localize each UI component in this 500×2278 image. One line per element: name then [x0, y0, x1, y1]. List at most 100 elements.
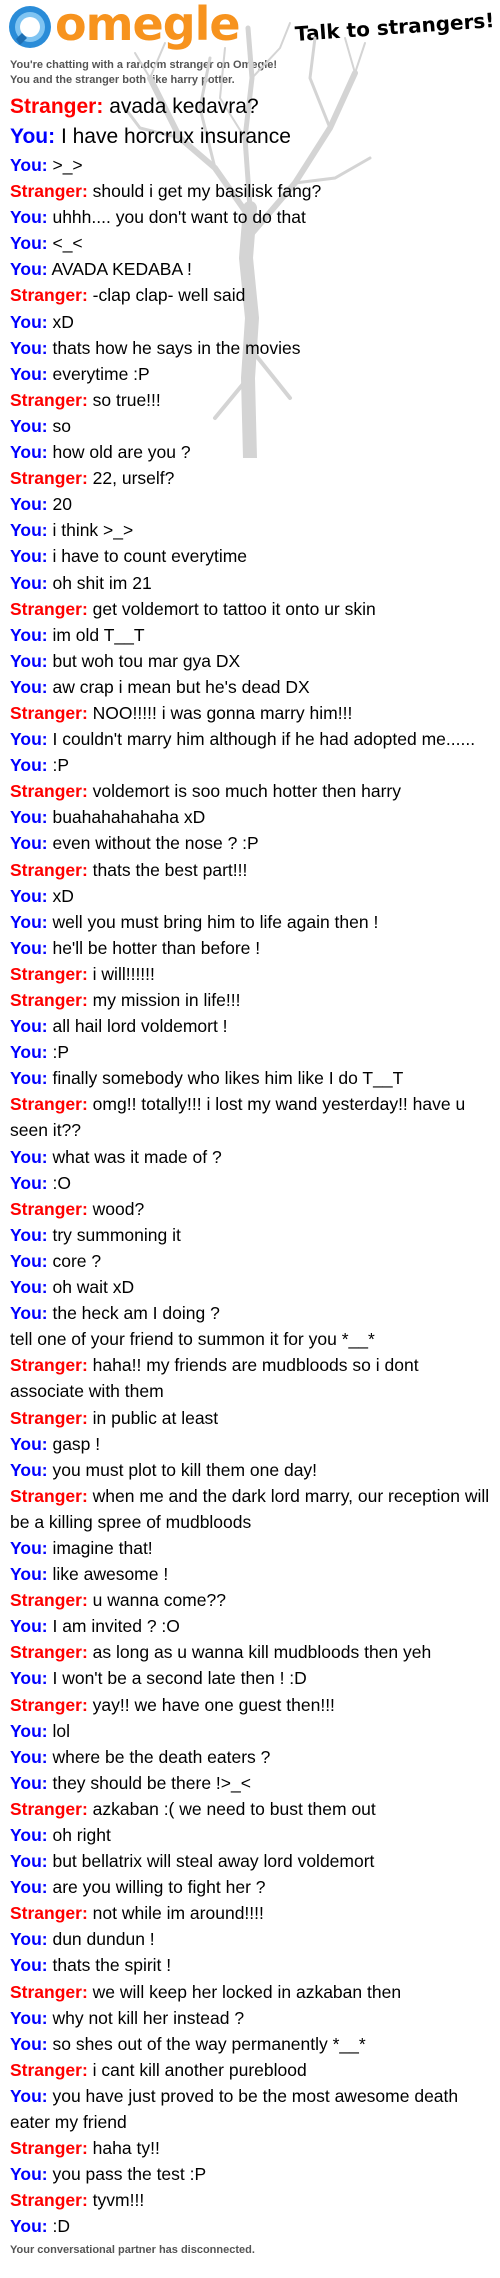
sender-you-label: You:	[10, 155, 48, 175]
chat-message: You: :O	[10, 1170, 490, 1196]
message-text: finally somebody who likes him like I do…	[52, 1068, 404, 1089]
sender-you-label: You:	[10, 1955, 48, 1976]
sender-you-label: You:	[10, 1851, 48, 1872]
message-text: thats how he says in the movies	[52, 337, 301, 358]
sender-stranger-label: Stranger:	[10, 1903, 88, 1924]
message-text: the heck am I doing ?	[52, 1303, 220, 1324]
sender-you-label: You:	[10, 1303, 48, 1324]
message-text: my mission in life!!!	[92, 990, 241, 1010]
chat-message: You: they should be there !>_<	[10, 1770, 490, 1796]
message-text: buahahahahaha xD	[52, 807, 206, 828]
sender-stranger-label: Stranger:	[10, 1094, 88, 1115]
sender-you-label: You:	[10, 494, 48, 515]
sender-you-label: You:	[10, 125, 56, 148]
sender-you-label: You:	[10, 1616, 48, 1637]
message-text: im old T__T	[52, 624, 145, 645]
message-text: I couldn't marry him although if he had …	[52, 729, 476, 750]
chat-message: You: xD	[10, 883, 490, 909]
chat-message: You: like awesome !	[10, 1561, 490, 1587]
message-text: oh wait xD	[52, 1277, 135, 1298]
sender-you-label: You:	[10, 572, 48, 593]
chat-message: You: oh right	[10, 1822, 490, 1848]
sender-you-label: You:	[10, 807, 48, 828]
chat-message: You: oh shit im 21	[10, 570, 490, 596]
chat-message: You: >_>	[10, 152, 490, 178]
chat-message: Stranger: wood?	[10, 1196, 490, 1222]
chat-message: You: thats how he says in the movies	[10, 335, 490, 361]
chat-message: You: oh wait xD	[10, 1274, 490, 1300]
message-text: oh right	[52, 1825, 111, 1845]
chat-message: You: you pass the test :P	[10, 2161, 490, 2187]
chat-message: Stranger: u wanna come??	[10, 1587, 490, 1613]
message-text: oh shit im 21	[52, 572, 152, 593]
message-text: aw crap i mean but he's dead DX	[52, 676, 310, 697]
omegle-logo-icon	[9, 6, 51, 48]
chat-message: Stranger: omg!! totally!!! i lost my wan…	[10, 1091, 490, 1143]
chat-message: You: finally somebody who likes him like…	[10, 1065, 490, 1091]
sender-you-label: You:	[10, 1016, 48, 1037]
message-text: u wanna come??	[92, 1590, 226, 1611]
chat-message: You: I have horcrux insurance	[10, 122, 490, 152]
chat-message: You: but woh tou mar gya DX	[10, 648, 490, 674]
chat-message: Stranger: haha!! my friends are mudblood…	[10, 1352, 490, 1404]
message-text: >_>	[52, 155, 83, 175]
message-text: lol	[52, 1720, 70, 1741]
message-text: everytime :P	[52, 363, 150, 384]
chat-message: You: how old are you ?	[10, 439, 490, 465]
chat-message: Stranger: haha ty!!	[10, 2135, 490, 2161]
sender-you-label: You:	[10, 885, 48, 906]
message-text: wood?	[92, 1198, 145, 1219]
message-text: NOO!!!!! i was gonna marry him!!!	[92, 702, 353, 723]
message-text: gasp !	[52, 1433, 101, 1454]
message-text: in public at least	[92, 1407, 219, 1428]
message-text: dun dundun !	[52, 1929, 155, 1950]
chat-message: You: imagine that!	[10, 1535, 490, 1561]
message-text: :P	[52, 755, 70, 776]
sender-stranger-label: Stranger:	[10, 598, 88, 619]
chat-message: You: even without the nose ? :P	[10, 830, 490, 856]
sender-you-label: You:	[10, 1224, 48, 1245]
chat-message: You: the heck am I doing ?	[10, 1300, 490, 1326]
message-text: :D	[52, 2216, 70, 2237]
message-text: but bellatrix will steal away lord volde…	[52, 1851, 375, 1872]
message-text: not while im around!!!!	[92, 1903, 264, 1924]
sender-you-label: You:	[10, 1459, 48, 1480]
chat-message: Stranger: tyvm!!!	[10, 2187, 490, 2213]
chat-message: You: thats the spirit !	[10, 1952, 490, 1978]
message-text: thats the best part!!!	[92, 859, 248, 880]
chat-message: You: core ?	[10, 1248, 490, 1274]
chat-message: You: i think >_>	[10, 517, 490, 543]
chat-message: Stranger: voldemort is soo much hotter t…	[10, 778, 490, 804]
message-text: 20	[52, 494, 72, 515]
sender-you-label: You:	[10, 833, 48, 854]
sender-you-label: You:	[10, 1250, 48, 1271]
message-text: you must plot to kill them one day!	[52, 1459, 318, 1480]
message-text: are you willing to fight her ?	[52, 1877, 266, 1898]
sender-stranger-label: Stranger:	[10, 389, 88, 410]
chat-message: Stranger: when me and the dark lord marr…	[10, 1483, 490, 1535]
sender-you-label: You:	[10, 1720, 48, 1741]
chat-message: tell one of your friend to summon it for…	[10, 1326, 490, 1352]
sender-you-label: You:	[10, 1433, 48, 1454]
chat-message: Stranger: -clap clap- well said	[10, 282, 490, 308]
message-text: you have just proved to be the most awes…	[10, 2085, 459, 2133]
message-text: AVADA KEDABA !	[51, 259, 192, 280]
message-text: try summoning it	[52, 1224, 181, 1245]
chat-message: Stranger: should i get my basilisk fang?	[10, 178, 490, 204]
sender-stranger-label: Stranger:	[10, 963, 88, 984]
message-text: i will!!!!!!	[92, 963, 155, 984]
sender-you-label: You:	[10, 650, 48, 671]
chat-message: You: aw crap i mean but he's dead DX	[10, 674, 490, 700]
message-text: like awesome !	[52, 1564, 169, 1585]
chat-message: You: i have to count everytime	[10, 543, 490, 569]
chat-message: You: buahahahahaha xD	[10, 804, 490, 830]
chat-message: Stranger: NOO!!!!! i was gonna marry him…	[10, 700, 490, 726]
message-text: tyvm!!!	[92, 2190, 145, 2211]
sender-you-label: You:	[10, 676, 48, 697]
sender-stranger-label: Stranger:	[10, 468, 88, 489]
chat-message: You: AVADA KEDABA !	[10, 256, 490, 282]
sender-stranger-label: Stranger:	[10, 95, 104, 118]
sender-you-label: You:	[10, 1042, 48, 1063]
chat-message: You: try summoning it	[10, 1222, 490, 1248]
message-text: yay!! we have one guest then!!!	[92, 1694, 335, 1715]
